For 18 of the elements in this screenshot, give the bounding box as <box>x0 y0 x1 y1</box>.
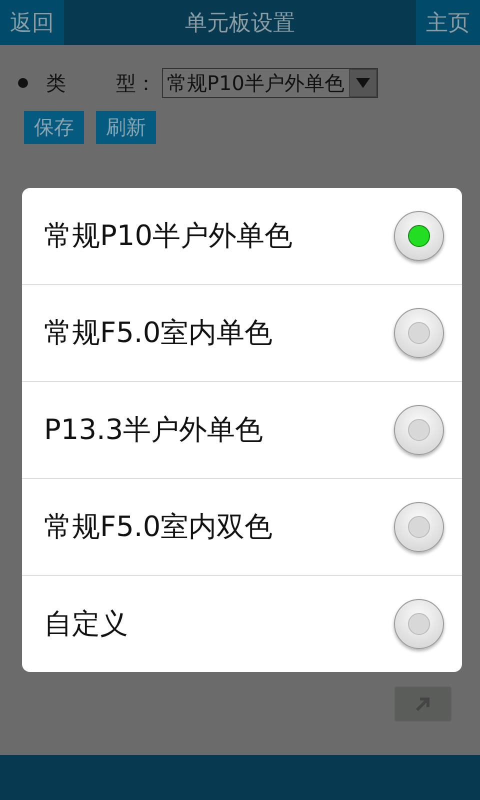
field-label: 型： <box>116 70 156 96</box>
radio-button[interactable] <box>394 308 444 358</box>
option-item[interactable]: 常规F5.0室内双色 <box>22 478 462 575</box>
radio-button[interactable] <box>394 599 444 649</box>
option-item[interactable]: 自定义 <box>22 575 462 672</box>
radio-button[interactable] <box>394 211 444 261</box>
type-dropdown[interactable]: 常规P10半户外单色 <box>162 68 378 98</box>
radio-button[interactable] <box>394 405 444 455</box>
arrow-button[interactable] <box>394 686 452 722</box>
field-label: 类 <box>46 70 66 96</box>
option-item[interactable]: P13.3半户外单色 <box>22 381 462 478</box>
bullet-icon <box>18 78 28 88</box>
page-title: 单元板设置 <box>184 10 296 38</box>
option-item[interactable]: 常规P10半户外单色 <box>22 188 462 284</box>
caret-icon <box>354 77 371 89</box>
radio-button[interactable] <box>394 502 444 552</box>
arrow-icon <box>414 695 432 713</box>
option-item[interactable]: 常规F5.0室内单色 <box>22 284 462 381</box>
